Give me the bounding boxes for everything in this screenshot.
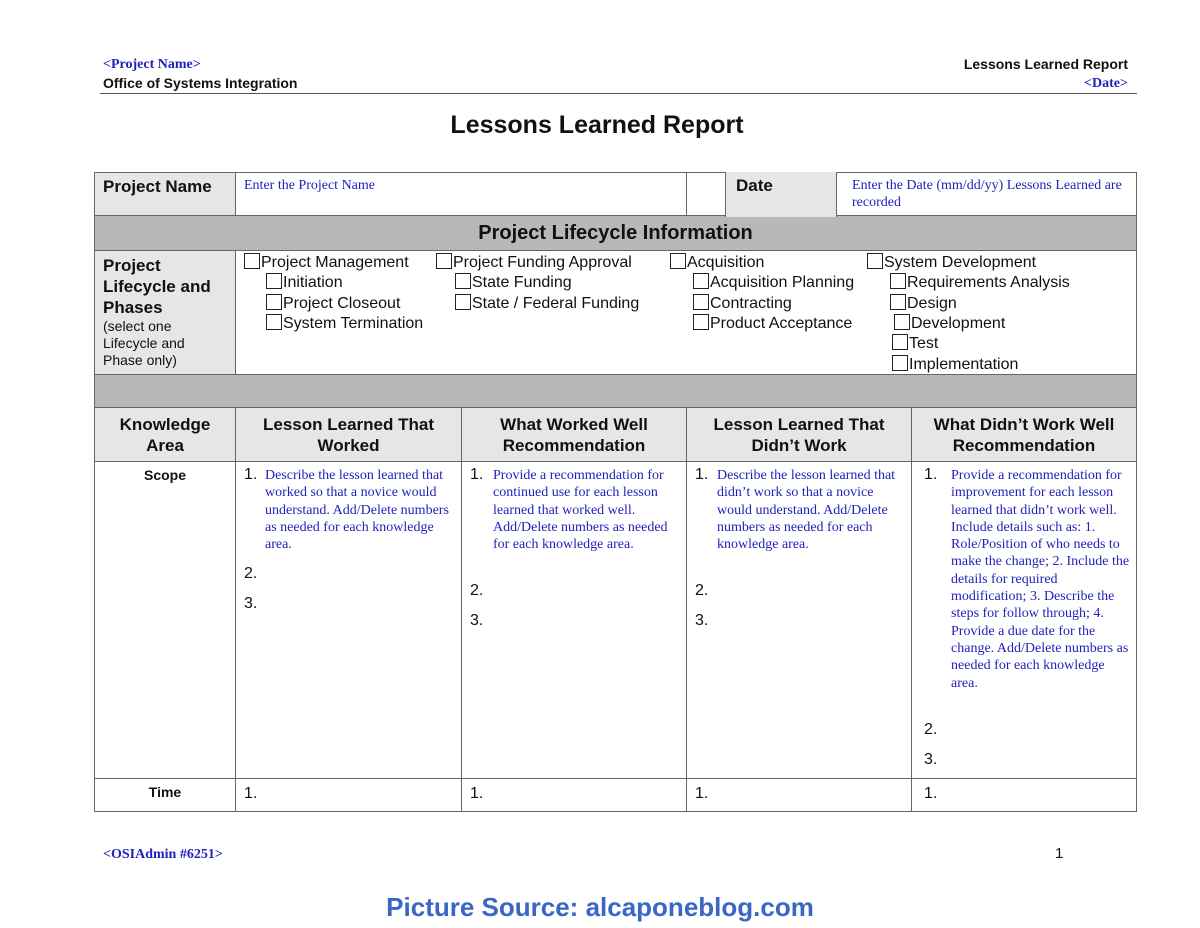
checkbox-design[interactable]: Design	[890, 294, 957, 314]
checkbox-icon[interactable]	[890, 294, 906, 310]
item-number: 1.	[924, 466, 938, 483]
checkbox-icon[interactable]	[455, 294, 471, 310]
col-header-lesson-didnt-work: Lesson Learned That Didn’t Work	[686, 407, 913, 462]
table-row: Time 1. 1. 1. 1.	[94, 778, 1138, 812]
scope-lesson-didnt-work-cell[interactable]: 1. Describe the lesson learned that didn…	[686, 461, 913, 779]
item-number: 3.	[470, 612, 484, 629]
checkbox-icon[interactable]	[244, 253, 260, 269]
col-header-didnt-work-recommendation: What Didn’t Work Well Recommendation	[911, 407, 1138, 462]
lifecycle-section-heading: Project Lifecycle Information	[93, 215, 1138, 251]
checkbox-requirements-analysis[interactable]: Requirements Analysis	[890, 273, 1070, 293]
time-didnt-work-recommendation-cell[interactable]: 1.	[911, 778, 1138, 812]
checkbox-icon[interactable]	[693, 314, 709, 330]
item-text[interactable]: Provide a recommendation for improvement…	[951, 467, 1131, 692]
lessons-learned-form: Project Name Enter the Project Name Date…	[93, 171, 1140, 812]
header-office: Office of Systems Integration	[103, 75, 298, 91]
item-number: 2.	[244, 565, 258, 582]
item-number: 2.	[924, 721, 938, 738]
checkbox-icon[interactable]	[266, 294, 282, 310]
date-field[interactable]: Enter the Date (mm/dd/yy) Lessons Learne…	[686, 172, 1140, 216]
item-number: 2.	[695, 582, 709, 599]
checkbox-icon[interactable]	[892, 355, 908, 371]
checkbox-icon[interactable]	[693, 294, 709, 310]
header-project-name: <Project Name>	[103, 57, 201, 72]
header-report-label: Lessons Learned Report	[963, 56, 1128, 72]
col-header-knowledge-area: Knowledge Area	[94, 407, 236, 462]
checkbox-acquisition[interactable]: Acquisition	[670, 253, 764, 273]
item-number: 1.	[695, 785, 709, 802]
checkbox-system-development[interactable]: System Development	[867, 253, 1036, 273]
item-number: 1.	[924, 785, 938, 802]
checkbox-state-federal-funding[interactable]: State / Federal Funding	[455, 294, 639, 314]
checkbox-development[interactable]: Development	[894, 314, 1005, 334]
item-number: 3.	[244, 595, 258, 612]
checkbox-icon[interactable]	[693, 273, 709, 289]
time-worked-recommendation-cell[interactable]: 1.	[460, 778, 688, 812]
col-header-worked-recommendation: What Worked Well Recommendation	[460, 407, 688, 462]
checkbox-icon[interactable]	[867, 253, 883, 269]
checkbox-state-funding[interactable]: State Funding	[455, 273, 572, 293]
time-lesson-didnt-work-cell[interactable]: 1.	[686, 778, 913, 812]
checkbox-icon[interactable]	[455, 273, 471, 289]
item-text[interactable]: Describe the lesson learned that didn’t …	[717, 467, 899, 553]
item-number: 1.	[470, 785, 484, 802]
item-number: 1.	[470, 466, 484, 483]
lifecycle-note: (select one Lifecycle and Phase only)	[103, 318, 185, 368]
scope-worked-recommendation-cell[interactable]: 1. Provide a recommendation for continue…	[460, 461, 688, 779]
checkbox-test[interactable]: Test	[892, 334, 938, 354]
item-number: 1.	[244, 785, 258, 802]
checkbox-project-funding-approval[interactable]: Project Funding Approval	[436, 253, 632, 273]
checkbox-initiation[interactable]: Initiation	[266, 273, 343, 293]
footer-doc-id: <OSIAdmin #6251>	[103, 847, 223, 862]
item-text[interactable]: Provide a recommendation for continued u…	[493, 467, 685, 553]
lifecycle-options: Project Management Initiation Project Cl…	[234, 250, 1138, 375]
item-number: 2.	[470, 582, 484, 599]
scope-lesson-worked-cell[interactable]: 1. Describe the lesson learned that work…	[235, 461, 462, 779]
knowledge-area-time: Time	[94, 778, 236, 812]
checkbox-icon[interactable]	[670, 253, 686, 269]
checkbox-product-acceptance[interactable]: Product Acceptance	[693, 314, 852, 334]
item-text[interactable]: Describe the lesson learned that worked …	[265, 467, 457, 553]
picture-source-caption: Picture Source: alcaponeblog.com	[386, 892, 814, 922]
checkbox-icon[interactable]	[892, 334, 908, 350]
checkbox-acquisition-planning[interactable]: Acquisition Planning	[693, 273, 854, 293]
checkbox-project-management[interactable]: Project Management	[244, 253, 409, 273]
checkbox-system-termination[interactable]: System Termination	[266, 314, 423, 334]
knowledge-area-scope: Scope	[94, 461, 236, 779]
time-lesson-worked-cell[interactable]: 1.	[235, 778, 462, 812]
document-title: Lessons Learned Report	[450, 111, 744, 139]
col-header-lesson-worked: Lesson Learned That Worked	[235, 407, 462, 462]
checkbox-icon[interactable]	[266, 314, 282, 330]
footer-page-number: 1	[1055, 845, 1064, 862]
item-number: 1.	[695, 466, 709, 483]
checkbox-icon[interactable]	[894, 314, 910, 330]
header-divider	[100, 93, 1137, 94]
project-name-label: Project Name	[94, 172, 236, 216]
checkbox-icon[interactable]	[436, 253, 452, 269]
table-row: Scope 1. Describe the lesson learned tha…	[94, 461, 1138, 779]
scope-didnt-work-recommendation-cell[interactable]: 1. Provide a recommendation for improvem…	[911, 461, 1138, 779]
lifecycle-label: Project Lifecycle and Phases	[103, 256, 211, 317]
checkbox-contracting[interactable]: Contracting	[693, 294, 792, 314]
date-value[interactable]: Enter the Date (mm/dd/yy) Lessons Learne…	[687, 173, 1140, 215]
lifecycle-label-cell: Project Lifecycle and Phases (select one…	[94, 250, 236, 375]
checkbox-icon[interactable]	[266, 273, 282, 289]
section-spacer	[93, 374, 1138, 408]
checkbox-implementation[interactable]: Implementation	[892, 355, 1018, 375]
project-name-field[interactable]: Enter the Project Name Date	[234, 171, 837, 217]
header-date: <Date>	[1084, 76, 1128, 91]
item-number: 3.	[924, 751, 938, 768]
item-number: 3.	[695, 612, 709, 629]
checkbox-icon[interactable]	[890, 273, 906, 289]
item-number: 1.	[244, 466, 258, 483]
checkbox-project-closeout[interactable]: Project Closeout	[266, 294, 400, 314]
project-name-value[interactable]: Enter the Project Name	[236, 173, 686, 198]
